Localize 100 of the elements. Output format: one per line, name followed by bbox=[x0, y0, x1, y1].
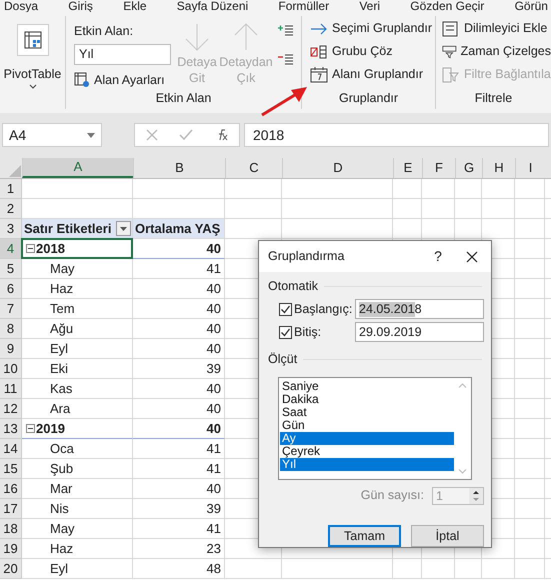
filter-dropdown[interactable] bbox=[116, 221, 131, 236]
checkbox-label: Başlangıç: bbox=[293, 301, 354, 318]
row-header[interactable]: 19 bbox=[0, 539, 22, 559]
ribbon-button[interactable]: Seçimi Gruplandır bbox=[310, 18, 435, 40]
list-item[interactable]: Gün bbox=[280, 418, 454, 432]
table-cell-text: Eki bbox=[49, 360, 68, 378]
table-cell-text: Kas bbox=[49, 380, 72, 398]
name-box[interactable]: A4 bbox=[2, 123, 102, 147]
ungroup-icon bbox=[310, 44, 328, 59]
list-item[interactable]: Dakika bbox=[280, 392, 454, 406]
column-header[interactable]: D bbox=[282, 158, 393, 178]
table-cell-text: 40 bbox=[206, 380, 222, 398]
row-header[interactable]: 5 bbox=[0, 259, 22, 279]
column-header[interactable]: A bbox=[22, 158, 133, 178]
table-cell-text: 39 bbox=[206, 360, 222, 378]
table-cell-text: 40 bbox=[206, 320, 222, 338]
dropdown-icon bbox=[87, 132, 95, 138]
row-header[interactable]: 18 bbox=[0, 519, 22, 539]
row-header[interactable]: 11 bbox=[0, 379, 22, 399]
list-item[interactable]: Yıl bbox=[280, 458, 454, 471]
dialog-title: Gruplandırma bbox=[268, 248, 346, 266]
end-date-field[interactable]: 29.09.2019 bbox=[355, 322, 484, 342]
ribbon-button[interactable]: Dilimleyici Ekle bbox=[442, 18, 551, 40]
table-cell-text: 39 bbox=[206, 500, 222, 518]
column-header[interactable]: E bbox=[393, 158, 422, 178]
collapse-icon[interactable] bbox=[26, 424, 35, 433]
table-cell-text: 41 bbox=[206, 260, 222, 278]
column-header[interactable]: H bbox=[482, 158, 515, 178]
checkbox[interactable] bbox=[279, 326, 292, 339]
filter-connections-icon bbox=[442, 66, 460, 83]
collapse-icon[interactable] bbox=[26, 244, 35, 253]
row-header[interactable]: 20 bbox=[0, 559, 22, 579]
row-header[interactable]: 14 bbox=[0, 439, 22, 459]
ribbon-button[interactable]: Grubu Çöz bbox=[310, 40, 435, 63]
table-cell-text: Oca bbox=[49, 440, 74, 458]
formula-input[interactable]: 2018 bbox=[244, 123, 549, 147]
section-label: Ölçüt bbox=[268, 350, 298, 368]
collapse-field-icon[interactable] bbox=[278, 52, 294, 66]
cancel-button[interactable]: İptal bbox=[411, 525, 484, 547]
checkbox[interactable] bbox=[279, 302, 292, 316]
ok-button[interactable]: Tamam bbox=[328, 525, 401, 547]
column-header[interactable]: I bbox=[515, 158, 545, 178]
group-label: Gruplandır bbox=[338, 90, 400, 108]
slicer-icon bbox=[442, 20, 460, 37]
arrow-icon bbox=[310, 22, 328, 35]
row-header[interactable]: 9 bbox=[0, 339, 22, 359]
table-cell-text: Eyl bbox=[49, 340, 68, 358]
close-icon[interactable] bbox=[466, 250, 478, 263]
table-cell-text: May bbox=[49, 520, 75, 538]
unit-list[interactable]: Saniye Dakika Saat Gün Ay Çeyrek Yıl bbox=[278, 376, 472, 480]
row-header[interactable]: 17 bbox=[0, 499, 22, 519]
table-cell-text: 41 bbox=[206, 460, 222, 478]
row-header[interactable]: 8 bbox=[0, 319, 22, 339]
row-header[interactable]: 16 bbox=[0, 479, 22, 499]
row-header[interactable]: 12 bbox=[0, 399, 22, 419]
list-item[interactable]: Ay bbox=[280, 432, 454, 445]
table-cell-text: 40 bbox=[206, 300, 222, 318]
menu-tab[interactable]: Formüller bbox=[278, 0, 330, 12]
column-header[interactable]: B bbox=[133, 158, 225, 178]
table-cell-text: Ara bbox=[49, 400, 70, 418]
row-header[interactable]: 13 bbox=[0, 419, 22, 439]
active-field-input[interactable]: Yıl bbox=[74, 44, 171, 64]
timeline-icon bbox=[442, 44, 457, 60]
menu-tab[interactable]: Görün bbox=[514, 0, 548, 12]
group-label: Filtrele bbox=[474, 90, 514, 108]
row-header[interactable]: 1 bbox=[0, 179, 22, 199]
menu-tab[interactable]: Ekle bbox=[123, 0, 147, 12]
table-cell-text: Ağu bbox=[49, 320, 74, 338]
row-header[interactable]: 15 bbox=[0, 459, 22, 479]
help-button[interactable]: ? bbox=[423, 246, 453, 268]
table-cell-text: 40 bbox=[206, 420, 222, 438]
ribbon-button[interactable]: Zaman Çizelges bbox=[442, 40, 551, 63]
row-header[interactable]: 10 bbox=[0, 359, 22, 379]
column-header[interactable]: C bbox=[225, 158, 282, 178]
table-cell-text: 48 bbox=[206, 560, 222, 578]
pivottable-button[interactable]: PivotTable bbox=[4, 24, 62, 90]
table-cell-text: Haz bbox=[49, 280, 74, 298]
row-header[interactable]: 3 bbox=[0, 219, 22, 239]
column-header[interactable]: G bbox=[455, 158, 482, 178]
section-label: Otomatik bbox=[268, 278, 318, 296]
start-date-field[interactable]: 24.05.2018 bbox=[355, 299, 484, 320]
row-header[interactable]: 2 bbox=[0, 199, 22, 219]
field-settings-button[interactable]: Alan Ayarları bbox=[74, 70, 174, 90]
check-icon[interactable] bbox=[178, 129, 193, 141]
column-header[interactable]: F bbox=[422, 158, 455, 178]
row-label: 2018 bbox=[35, 240, 65, 258]
table-cell-text: 40 bbox=[206, 340, 222, 358]
table-cell-text: 40 bbox=[206, 280, 222, 298]
table-cell-text: Haz bbox=[49, 540, 74, 558]
list-item[interactable]: Saniye bbox=[280, 380, 454, 393]
row-header[interactable]: 4 bbox=[0, 239, 22, 259]
row-header[interactable]: 6 bbox=[0, 279, 22, 299]
list-item[interactable]: Saat bbox=[280, 406, 454, 419]
row-label: 2019 bbox=[35, 420, 65, 438]
table-cell-text: Şub bbox=[49, 460, 74, 478]
expand-field-icon[interactable] bbox=[278, 24, 294, 37]
menu-tab[interactable]: Veri bbox=[359, 0, 380, 12]
ribbon-button[interactable]: Alanı Gruplandır bbox=[310, 64, 435, 86]
list-item[interactable]: Çeyrek bbox=[280, 444, 454, 458]
row-header[interactable]: 7 bbox=[0, 299, 22, 319]
